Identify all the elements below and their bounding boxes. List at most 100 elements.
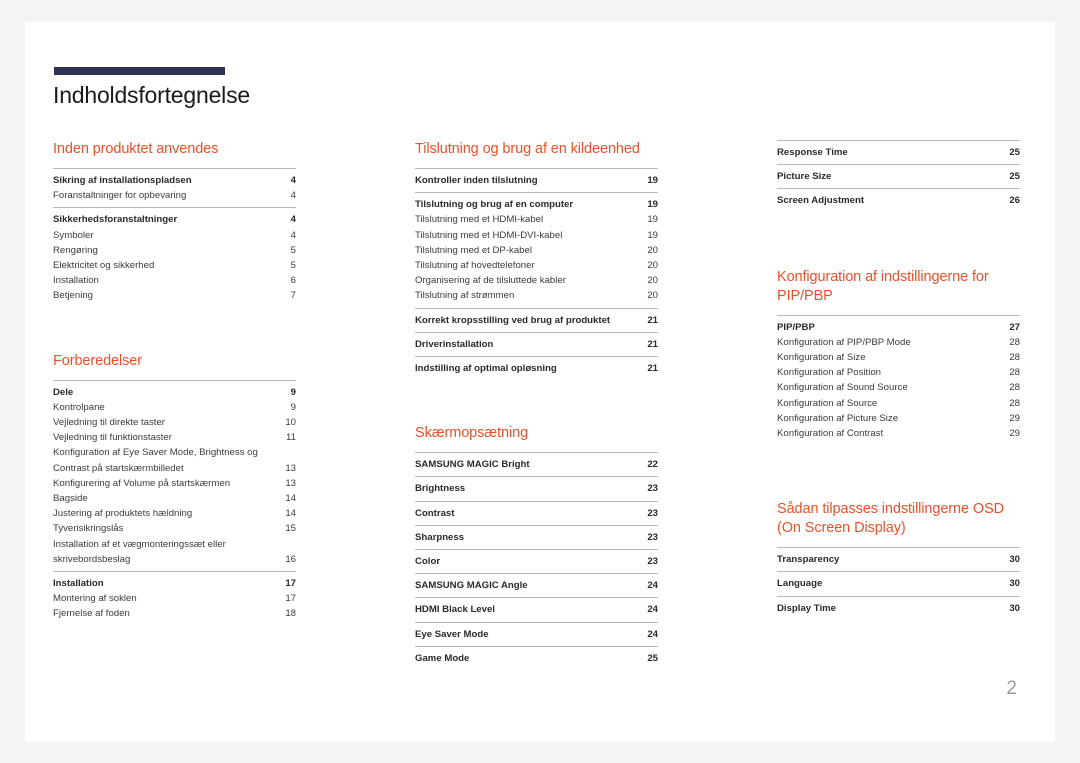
toc-entry[interactable]: Indstilling af optimal opløsning 21 bbox=[415, 361, 658, 376]
toc-entry[interactable]: SAMSUNG MAGIC Angle 24 bbox=[415, 578, 658, 593]
toc-entry[interactable]: Dele 9 bbox=[53, 385, 296, 400]
toc-entry[interactable]: Tilslutning med et DP-kabel 20 bbox=[415, 243, 658, 258]
toc-entry[interactable]: Konfiguration af Size 28 bbox=[777, 350, 1020, 365]
toc-entry[interactable]: Response Time 25 bbox=[777, 145, 1020, 160]
toc-entry-label: Elektricitet og sikkerhed bbox=[53, 260, 155, 272]
toc-entry[interactable]: Konfiguration af Sound Source 28 bbox=[777, 380, 1020, 395]
toc-group: SAMSUNG MAGIC Angle 24 bbox=[415, 573, 658, 597]
toc-entry-label: Konfiguration af Contrast bbox=[777, 428, 884, 440]
toc-entry[interactable]: Konfiguration af Position 28 bbox=[777, 365, 1020, 380]
toc-entry[interactable]: Kontroller inden tilslutning 19 bbox=[415, 173, 658, 188]
toc-entry[interactable]: Screen Adjustment 26 bbox=[777, 193, 1020, 208]
toc-entry[interactable]: HDMI Black Level 24 bbox=[415, 602, 658, 617]
toc-entry-page-number: 28 bbox=[1009, 397, 1020, 409]
toc-entry[interactable]: Tilslutning af hovedtelefoner 20 bbox=[415, 258, 658, 273]
toc-entry[interactable]: Game Mode 25 bbox=[415, 651, 658, 666]
toc-entry[interactable]: Transparency 30 bbox=[777, 552, 1020, 567]
toc-entry-page-number: 14 bbox=[285, 508, 296, 520]
toc-entry-page-number: 18 bbox=[285, 608, 296, 620]
toc-entry[interactable]: Installation 6 bbox=[53, 273, 296, 288]
toc-entry[interactable]: Sikkerhedsforanstaltninger 4 bbox=[53, 212, 296, 227]
toc-entry[interactable]: Display Time 30 bbox=[777, 601, 1020, 616]
toc-entry[interactable]: Konfiguration af Source 28 bbox=[777, 396, 1020, 411]
toc-group: Sharpness 23 bbox=[415, 524, 658, 549]
toc-entry[interactable]: Betjening 7 bbox=[53, 288, 296, 303]
toc-entry[interactable]: Picture Size 25 bbox=[777, 169, 1020, 184]
toc-entry[interactable]: Justering af produktets hældning 14 bbox=[53, 506, 296, 521]
toc-entry[interactable]: Color 23 bbox=[415, 554, 658, 569]
toc-entry[interactable]: Vejledning til direkte taster 10 bbox=[53, 415, 296, 430]
toc-entry[interactable]: Language 30 bbox=[777, 576, 1020, 591]
toc-group: Display Time 30 bbox=[777, 595, 1020, 620]
toc-entry[interactable]: Tyverisikringslås 15 bbox=[53, 521, 296, 536]
toc-entry-label: Installation af et vægmonteringssæt elle… bbox=[53, 538, 226, 565]
toc-entry-page-number: 4 bbox=[290, 175, 296, 186]
toc-entry-page-number: 28 bbox=[1009, 382, 1020, 394]
toc-entry[interactable]: Eye Saver Mode 24 bbox=[415, 627, 658, 642]
toc-entry-label: Kontrolpane bbox=[53, 401, 105, 413]
toc-entry[interactable]: Konfigurering af Volume på startskærmen 1… bbox=[53, 476, 296, 491]
toc-entry[interactable]: Sharpness 23 bbox=[415, 530, 658, 545]
toc-entry[interactable]: Tilslutning med et HDMI-DVI-kabel 19 bbox=[415, 228, 658, 243]
toc-entry[interactable]: Kontrolpane 9 bbox=[53, 400, 296, 415]
toc-entry[interactable]: Brightness 23 bbox=[415, 481, 658, 496]
toc-entry[interactable]: Tilslutning af strømmen 20 bbox=[415, 288, 658, 303]
toc-section: Konfiguration af indstillingerne for PIP… bbox=[777, 268, 1020, 446]
toc-entry[interactable]: Sikring af installationspladsen 4 bbox=[53, 173, 296, 188]
toc-entry[interactable]: Foranstaltninger for opbevaring 4 bbox=[53, 188, 296, 203]
toc-entry-page-number: 17 bbox=[285, 578, 296, 590]
toc-entry[interactable]: Tilslutning med et HDMI-kabel 19 bbox=[415, 212, 658, 227]
toc-group: Screen Adjustment 26 bbox=[777, 188, 1020, 212]
toc-entry-page-number: 15 bbox=[285, 523, 296, 535]
toc-entry[interactable]: Konfiguration af PIP/PBP Mode 28 bbox=[777, 335, 1020, 350]
toc-entry[interactable]: Installation 17 bbox=[53, 576, 296, 591]
toc-entry-label: Response Time bbox=[777, 147, 848, 158]
toc-column: Inden produktet anvendes Sikring af insta… bbox=[53, 140, 296, 670]
toc-entry-label: Display Time bbox=[777, 602, 837, 614]
section-header: Konfiguration af indstillingerne for PIP… bbox=[777, 268, 989, 304]
toc-entry[interactable]: SAMSUNG MAGIC Bright 22 bbox=[415, 457, 658, 472]
toc-entry-page-number: 25 bbox=[1009, 147, 1020, 158]
toc-entry[interactable]: Korrekt kropsstilling ved brug af produk… bbox=[415, 313, 658, 328]
toc-section: Response Time 25 Picture Size 25 Screen Adju… bbox=[777, 140, 1020, 213]
toc-section: Skærmopsætning SAMSUNG MAGIC Bright 22 Brig… bbox=[415, 424, 658, 670]
toc-group: PIP/PBP 27 Konfiguration af PIP/PBP Mode 28… bbox=[777, 314, 1020, 446]
toc-entry-label: Installation bbox=[53, 275, 99, 287]
toc-entry[interactable]: Symboler 4 bbox=[53, 228, 296, 243]
toc-entry-page-number: 9 bbox=[290, 401, 296, 413]
toc-group: Response Time 25 bbox=[777, 140, 1020, 164]
toc-entry-label: Tilslutning af strømmen bbox=[415, 290, 515, 302]
toc-group: Contrast 23 bbox=[415, 500, 658, 525]
toc-entry[interactable]: Montering af soklen 17 bbox=[53, 591, 296, 606]
toc-entry[interactable]: Konfiguration af Eye Saver Mode, Brightn… bbox=[53, 445, 296, 475]
toc-entry[interactable]: Elektricitet og sikkerhed 5 bbox=[53, 258, 296, 273]
toc-entry-page-number: 30 bbox=[1009, 602, 1020, 614]
toc-entry-label: Sikkerhedsforanstaltninger bbox=[53, 214, 178, 226]
toc-entry[interactable]: Organisering af de tilsluttede kabler 20 bbox=[415, 273, 658, 288]
toc-entry[interactable]: Installation af et vægmonteringssæt elle… bbox=[53, 537, 296, 567]
toc-entry[interactable]: Tilslutning og brug af en computer 19 bbox=[415, 197, 658, 212]
toc-entry-label: Installation bbox=[53, 578, 104, 590]
toc-entry-page-number: 24 bbox=[647, 604, 658, 616]
toc-entry[interactable]: Konfiguration af Contrast 29 bbox=[777, 426, 1020, 441]
toc-entry-page-number: 29 bbox=[1009, 428, 1020, 440]
toc-entry[interactable]: Driverinstallation 21 bbox=[415, 337, 658, 352]
toc-entry[interactable]: Rengøring 5 bbox=[53, 243, 296, 258]
toc-group: Game Mode 25 bbox=[415, 645, 658, 670]
toc-entry[interactable]: Konfiguration af Picture Size 29 bbox=[777, 411, 1020, 426]
toc-entry[interactable]: Fjernelse af foden 18 bbox=[53, 606, 296, 621]
toc-entry[interactable]: Vejledning til funktionstaster 11 bbox=[53, 430, 296, 445]
toc-entry-page-number: 27 bbox=[1009, 321, 1020, 333]
toc-entry[interactable]: Bagside 14 bbox=[53, 491, 296, 506]
toc-entry-label: Contrast bbox=[415, 507, 455, 519]
toc-entry-label: Konfiguration af Picture Size bbox=[777, 412, 899, 424]
toc-entry-page-number: 4 bbox=[290, 214, 296, 226]
toc-column: Response Time 25 Picture Size 25 Screen Adju… bbox=[777, 140, 1020, 670]
toc-entry-page-number: 19 bbox=[647, 175, 658, 186]
toc-entry[interactable]: PIP/PBP 27 bbox=[777, 320, 1020, 335]
toc-entry-page-number: 26 bbox=[1009, 195, 1020, 207]
toc-entry[interactable]: Contrast 23 bbox=[415, 506, 658, 521]
toc-entry-label: PIP/PBP bbox=[777, 321, 815, 333]
toc-entry-page-number: 4 bbox=[290, 190, 296, 202]
toc-columns: Inden produktet anvendes Sikring af insta… bbox=[53, 140, 1033, 670]
